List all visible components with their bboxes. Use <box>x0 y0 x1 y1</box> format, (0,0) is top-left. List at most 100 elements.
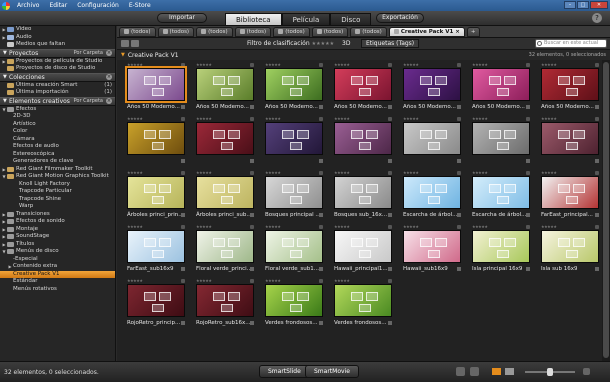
library-tab[interactable]: (todos) <box>196 26 233 37</box>
asset-card[interactable]: ★★★★★ Verdes frondosos... <box>265 278 323 332</box>
sidebar-item-creative[interactable]: Artístico <box>0 121 115 129</box>
asset-thumbnail[interactable] <box>265 176 323 209</box>
sidebar-item-media[interactable]: ▶ Video <box>0 26 115 34</box>
menu-icon[interactable] <box>181 117 185 121</box>
close-section-icon[interactable]: × <box>106 50 112 56</box>
menu-configuracion[interactable]: Configuración <box>72 2 124 9</box>
sidebar-item-media[interactable]: ▶ Audio <box>0 34 115 42</box>
asset-thumbnail[interactable] <box>403 230 461 263</box>
sidebar-item-creative[interactable]: ▼ Efectos <box>0 106 115 114</box>
asset-card[interactable]: ★★★★★ Años 50 Modemo... <box>334 62 392 116</box>
asset-thumbnail[interactable] <box>196 230 254 263</box>
asset-card[interactable]: ★★★★★ FarEast_sub16x9 <box>127 224 185 278</box>
sidebar-item-project[interactable]: ▶ Proyectos de película de Studio <box>0 58 115 66</box>
library-tab[interactable]: (todos) <box>311 26 349 37</box>
asset-thumbnail[interactable] <box>265 122 323 155</box>
asset-card[interactable]: ★★★★★ Hawaii_principal1... <box>334 224 392 278</box>
menu-icon[interactable] <box>181 171 185 175</box>
asset-thumbnail[interactable] <box>541 230 599 263</box>
sidebar-item-creative[interactable]: ▼ Red Giant Motion Graphics Toolkit <box>0 173 115 181</box>
asset-thumbnail[interactable] <box>403 68 461 101</box>
elementos-sort-dropdown[interactable]: Por Carpeta <box>74 98 103 104</box>
asset-thumbnail[interactable] <box>334 284 392 317</box>
library-tab[interactable]: (todos) <box>273 26 310 37</box>
scrollbar-thumb[interactable] <box>603 62 609 358</box>
asset-thumbnail[interactable] <box>265 284 323 317</box>
sidebar-item-creative[interactable]: ▶ Efectos de sonido <box>0 218 115 226</box>
smartslide-button[interactable]: SmartSlide <box>259 365 310 378</box>
sidebar-item-creative[interactable]: Trapcode Particular <box>0 188 115 196</box>
asset-thumbnail[interactable] <box>403 176 461 209</box>
menu-icon[interactable] <box>526 117 530 121</box>
asset-thumbnail[interactable] <box>196 68 254 101</box>
add-tab-button[interactable]: + <box>466 26 480 37</box>
menu-icon[interactable] <box>595 63 599 67</box>
library-tab[interactable]: (todos) <box>157 26 195 37</box>
asset-card[interactable]: ★★★★★ Años 50 Modemo... <box>265 62 323 116</box>
close-tab-icon[interactable]: × <box>455 29 460 35</box>
sidebar-item-creative[interactable]: Creative Pack V1 <box>0 270 115 278</box>
menu-editar[interactable]: Editar <box>44 2 72 9</box>
menu-archivo[interactable]: Archivo <box>12 2 44 9</box>
asset-card[interactable]: ★★★★★ RojoRetro_princip... <box>127 278 185 332</box>
library-tab[interactable]: (todos) <box>350 26 387 37</box>
asset-card[interactable]: ★★★★★ Verdes frondosos... <box>334 278 392 332</box>
asset-card[interactable]: ★★★★★ <box>541 116 599 170</box>
asset-thumbnail[interactable] <box>265 230 323 263</box>
sidebar-item-creative[interactable]: Cámara <box>0 136 115 144</box>
sidebar-item-creative[interactable]: 2D-3D <box>0 113 115 121</box>
list-view-icon[interactable] <box>505 368 514 375</box>
asset-thumbnail[interactable] <box>127 284 185 317</box>
sidebar-item-creative[interactable]: Color <box>0 128 115 136</box>
menu-icon[interactable] <box>595 171 599 175</box>
asset-card[interactable]: ★★★★★ Escarcha de árbol... <box>472 170 530 224</box>
vertical-scrollbar[interactable] <box>602 60 610 361</box>
asset-thumbnail[interactable] <box>125 66 187 103</box>
asset-thumbnail[interactable] <box>472 68 530 101</box>
sidebar-item-creative[interactable]: Knoll Light Factory <box>0 181 115 189</box>
help-icon[interactable]: ? <box>592 13 602 23</box>
sidebar-item-creative[interactable]: -Especial <box>0 256 115 264</box>
asset-card[interactable]: ★★★★★ <box>196 116 254 170</box>
asset-thumbnail[interactable] <box>541 68 599 101</box>
asset-card[interactable]: ★★★★★ Años 50 Modemo... <box>472 62 530 116</box>
sidebar-item-creative[interactable]: ▶ Montaje <box>0 226 115 234</box>
thumbnail-view-icon[interactable] <box>492 368 501 375</box>
menu-icon[interactable] <box>319 279 323 283</box>
library-tab[interactable]: (todos) <box>234 26 272 37</box>
tab-biblioteca[interactable]: Biblioteca <box>225 13 282 25</box>
menu-icon[interactable] <box>526 171 530 175</box>
close-section-icon[interactable]: × <box>106 74 112 80</box>
menu-icon[interactable] <box>388 225 392 229</box>
menu-icon[interactable] <box>526 63 530 67</box>
menu-icon[interactable] <box>388 171 392 175</box>
menu-icon[interactable] <box>181 279 185 283</box>
sidebar-item-project[interactable]: Proyectos de disco de Studio <box>0 65 115 73</box>
sidebar-item-creative[interactable]: Menús rotativos <box>0 286 115 294</box>
asset-thumbnail[interactable] <box>472 176 530 209</box>
asset-thumbnail[interactable] <box>265 68 323 101</box>
menu-icon[interactable] <box>250 225 254 229</box>
expand-icon[interactable] <box>583 368 590 375</box>
asset-thumbnail[interactable] <box>196 284 254 317</box>
asset-card[interactable]: ★★★★★ Años 50 Modemo... <box>125 62 187 116</box>
smartmovie-button[interactable]: SmartMovie <box>305 365 359 378</box>
asset-card[interactable]: ★★★★★ <box>127 116 185 170</box>
asset-card[interactable]: ★★★★★ <box>472 116 530 170</box>
asset-thumbnail[interactable] <box>334 230 392 263</box>
menu-estore[interactable]: E-Store <box>124 2 156 9</box>
sidebar-item-creative[interactable]: Estándar <box>0 278 115 286</box>
menu-icon[interactable] <box>595 225 599 229</box>
close-icon[interactable]: ✕ <box>590 1 608 9</box>
sidebar-item-collection[interactable]: Última creación Smart (1) <box>0 82 115 90</box>
asset-card[interactable]: ★★★★★ Árboles princi_prin... <box>127 170 185 224</box>
menu-icon[interactable] <box>250 171 254 175</box>
rating-filter[interactable]: Filtro de clasificación ★★★★★ <box>247 40 334 47</box>
sidebar-item-creative[interactable]: ▶ SoundStage <box>0 233 115 241</box>
menu-icon[interactable] <box>319 171 323 175</box>
menu-icon[interactable] <box>319 63 323 67</box>
asset-card[interactable]: ★★★★★ <box>403 116 461 170</box>
menu-icon[interactable] <box>181 63 185 67</box>
elementos-header[interactable]: ▼ Elementos creativos Por Carpeta × <box>0 96 115 106</box>
asset-card[interactable]: ★★★★★ Bosques sub_16x... <box>334 170 392 224</box>
